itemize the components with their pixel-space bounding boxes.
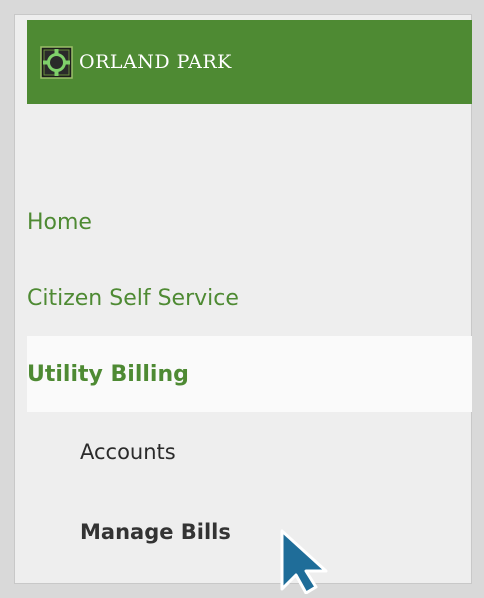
sidebar-nav: Home Citizen Self Service Utility Billin…: [27, 184, 472, 572]
subnav-item-accounts-label: Accounts: [80, 440, 176, 464]
nav-item-citizen-self-service[interactable]: Citizen Self Service: [27, 260, 472, 336]
header-spacer: [27, 104, 472, 184]
subnav-item-accounts[interactable]: Accounts: [27, 412, 472, 492]
nav-item-home[interactable]: Home: [27, 184, 472, 260]
nav-item-utility-billing-label: Utility Billing: [27, 361, 189, 387]
header: ORLAND PARK: [13, 20, 472, 104]
subnav-item-manage-bills-label: Manage Bills: [80, 520, 231, 544]
nav-item-utility-billing[interactable]: Utility Billing: [27, 336, 472, 412]
nav-item-citizen-self-service-label: Citizen Self Service: [27, 285, 239, 311]
subnav-item-manage-bills[interactable]: Manage Bills: [27, 492, 472, 572]
brand-name[interactable]: ORLAND PARK: [79, 51, 232, 73]
mouse-pointer-icon: [278, 529, 334, 595]
orland-park-logo-icon[interactable]: [40, 45, 73, 79]
nav-item-home-label: Home: [27, 209, 92, 235]
